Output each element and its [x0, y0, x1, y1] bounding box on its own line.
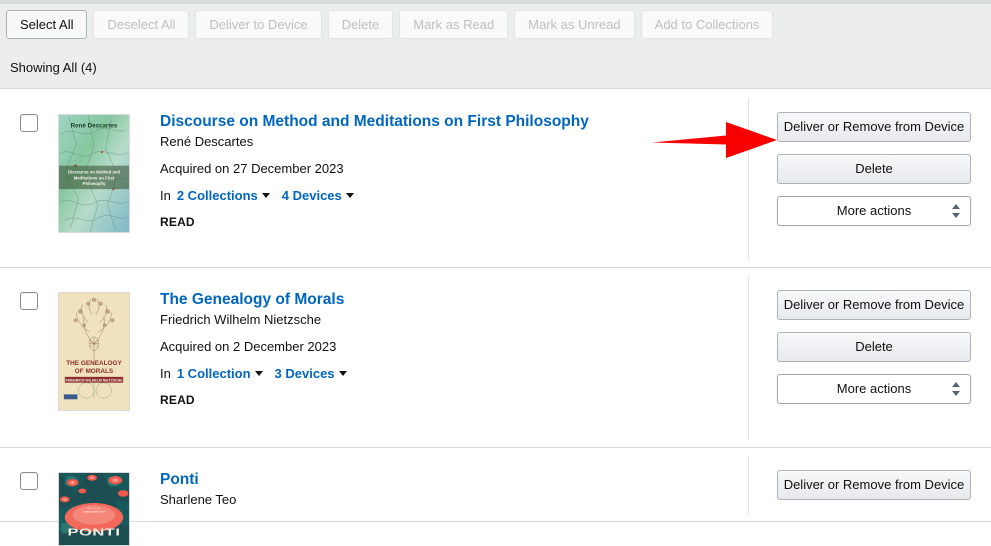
in-label: In [160, 188, 171, 203]
select-book-checkbox[interactable] [20, 472, 38, 490]
book-details: The Genealogy of Morals Friedrich Wilhelm… [160, 290, 720, 407]
book-cover-thumbnail[interactable]: René Descartes Discourse on Method and M… [58, 114, 130, 233]
svg-text:SHARLENE TEO: SHARLENE TEO [83, 511, 106, 513]
select-stepper-icon [951, 382, 960, 396]
book-title-link[interactable]: Discourse on Method and Meditations on F… [160, 112, 589, 131]
svg-text:PONTI: PONTI [68, 526, 121, 537]
book-row: A N O V E L SHARLENE TEO PONTI PontiShar… [0, 448, 991, 522]
book-title-link[interactable]: The Genealogy of Morals [160, 290, 344, 309]
bulk-actions-toolbar: Select AllDeselect AllDeliver to DeviceD… [0, 4, 991, 89]
select-book-checkbox[interactable] [20, 292, 38, 310]
row-vertical-divider [748, 456, 749, 514]
book-acquired-date: Acquired on 27 December 2023 [160, 161, 720, 176]
book-author: René Descartes [160, 134, 720, 149]
svg-text:Philosophy: Philosophy [83, 181, 107, 186]
book-membership-row: In 2 Collections 4 Devices [160, 188, 720, 203]
svg-text:Discourse on Method and: Discourse on Method and [68, 169, 120, 174]
delete-button[interactable]: Delete [777, 332, 971, 362]
toolbar-button-mark-as-unread: Mark as Unread [514, 10, 634, 39]
svg-text:FRIEDRICH WILHELM NIETZSCHE: FRIEDRICH WILHELM NIETZSCHE [65, 378, 123, 382]
more-actions-label: More actions [837, 381, 911, 396]
svg-text:René Descartes: René Descartes [71, 123, 118, 130]
chevron-down-icon[interactable] [339, 371, 347, 376]
book-author: Sharlene Teo [160, 492, 720, 507]
row-vertical-divider [748, 276, 749, 440]
book-cover-thumbnail[interactable]: A N O V E L SHARLENE TEO PONTI [58, 472, 130, 546]
collections-link[interactable]: 2 Collections [177, 188, 258, 203]
svg-text:A N O V E L: A N O V E L [87, 508, 102, 510]
book-author: Friedrich Wilhelm Nietzsche [160, 312, 720, 327]
more-actions-dropdown[interactable]: More actions [777, 196, 971, 226]
book-details: Ponti Sharlene Teo [160, 470, 720, 507]
more-actions-label: More actions [837, 203, 911, 218]
book-row: René Descartes Discourse on Method and M… [0, 90, 991, 268]
book-action-buttons: Deliver or Remove from Device Delete More … [777, 112, 971, 226]
more-actions-dropdown[interactable]: More actions [777, 374, 971, 404]
book-cover-thumbnail[interactable]: THE GENEALOGY OF MORALS FRIEDRICH WILHEL… [58, 292, 130, 411]
chevron-down-icon[interactable] [255, 371, 263, 376]
row-vertical-divider [748, 98, 749, 260]
book-details: Discourse on Method and Meditations on F… [160, 112, 720, 229]
book-title-link[interactable]: Ponti [160, 470, 199, 489]
chevron-down-icon[interactable] [346, 193, 354, 198]
book-membership-row: In 1 Collection 3 Devices [160, 366, 720, 381]
svg-text:OF MORALS: OF MORALS [75, 368, 114, 375]
read-status-badge: READ [160, 393, 720, 407]
toolbar-button-add-to-collections: Add to Collections [641, 10, 774, 39]
book-action-buttons: Deliver or Remove from Device [777, 470, 971, 512]
toolbar-button-delete: Delete [328, 10, 394, 39]
devices-link[interactable]: 3 Devices [275, 366, 335, 381]
toolbar-button-group: Select AllDeselect AllDeliver to DeviceD… [6, 10, 773, 39]
devices-link[interactable]: 4 Devices [282, 188, 342, 203]
chevron-down-icon[interactable] [262, 193, 270, 198]
collections-link[interactable]: 1 Collection [177, 366, 251, 381]
delete-button[interactable]: Delete [777, 154, 971, 184]
toolbar-button-mark-as-read: Mark as Read [399, 10, 508, 39]
deliver-or-remove-from-device-button[interactable]: Deliver or Remove from Device [777, 112, 971, 142]
deliver-or-remove-from-device-button[interactable]: Deliver or Remove from Device [777, 290, 971, 320]
toolbar-button-select-all[interactable]: Select All [6, 10, 87, 39]
book-row: THE GENEALOGY OF MORALS FRIEDRICH WILHEL… [0, 268, 991, 448]
svg-text:THE GENEALOGY: THE GENEALOGY [66, 360, 122, 367]
select-book-checkbox[interactable] [20, 114, 38, 132]
book-action-buttons: Deliver or Remove from Device Delete More … [777, 290, 971, 404]
in-label: In [160, 366, 171, 381]
read-status-badge: READ [160, 215, 720, 229]
svg-text:Meditations on First: Meditations on First [74, 175, 115, 180]
showing-count-label: Showing All (4) [10, 60, 97, 75]
toolbar-button-deliver-to-device: Deliver to Device [195, 10, 321, 39]
book-list: René Descartes Discourse on Method and M… [0, 90, 991, 522]
select-stepper-icon [951, 204, 960, 218]
deliver-or-remove-from-device-button[interactable]: Deliver or Remove from Device [777, 470, 971, 500]
book-acquired-date: Acquired on 2 December 2023 [160, 339, 720, 354]
toolbar-button-deselect-all: Deselect All [93, 10, 189, 39]
